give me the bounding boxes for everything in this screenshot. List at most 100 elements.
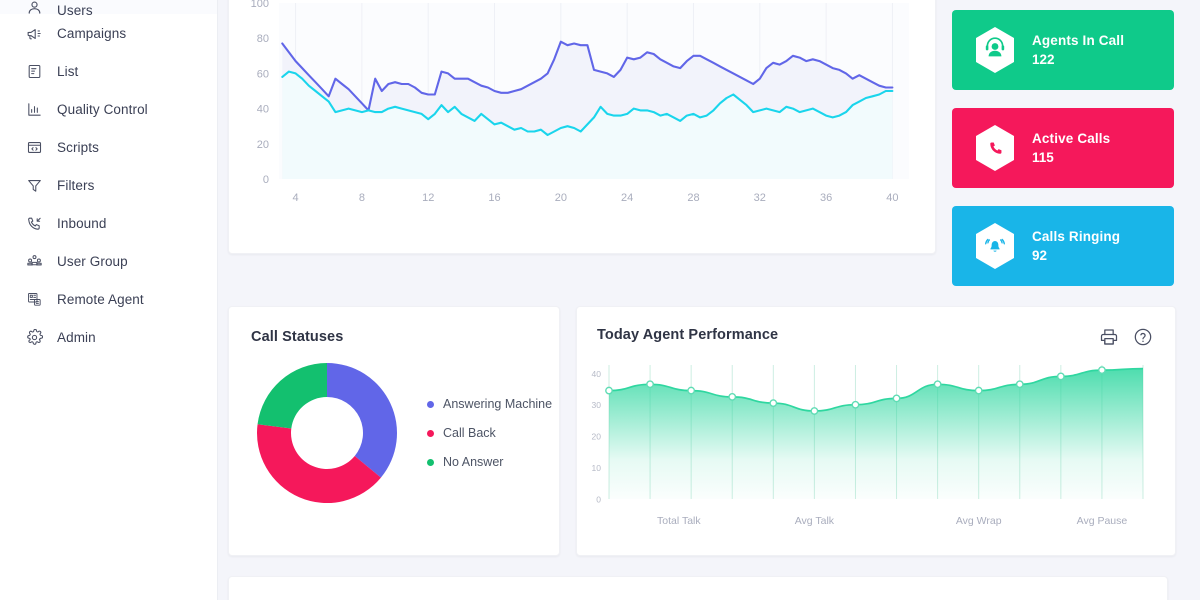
- legend-item[interactable]: Call Back: [427, 426, 552, 440]
- data-point[interactable]: [1099, 367, 1105, 373]
- sidebar-item-campaigns[interactable]: Campaigns: [0, 14, 217, 52]
- svg-text:28: 28: [687, 192, 699, 204]
- user-icon: [26, 0, 43, 14]
- sidebar-item-label: Admin: [57, 330, 96, 345]
- data-point[interactable]: [1017, 381, 1023, 387]
- funnel-icon: [26, 177, 43, 194]
- data-point[interactable]: [688, 387, 694, 393]
- data-point[interactable]: [975, 387, 981, 393]
- phone-icon: [974, 124, 1016, 172]
- stat-card-title: Agents In Call: [1032, 31, 1124, 50]
- sidebar-item-label: Users: [57, 3, 93, 18]
- data-point[interactable]: [893, 395, 899, 401]
- headset-agent-icon: [974, 26, 1016, 74]
- sidebar-item-label: User Group: [57, 254, 128, 269]
- svg-text:Avg Pause: Avg Pause: [1077, 515, 1128, 527]
- sidebar-item-label: Remote Agent: [57, 292, 144, 307]
- donut-slices: [257, 363, 397, 503]
- data-point[interactable]: [606, 387, 612, 393]
- print-icon[interactable]: [1099, 327, 1119, 347]
- chart-x-axis-labels: Total Talk Avg Talk Avg Wrap Avg Pause: [657, 515, 1127, 527]
- user-group-icon: [26, 253, 43, 270]
- stat-card-value: 122: [1032, 50, 1124, 69]
- svg-text:10: 10: [592, 463, 602, 473]
- sidebar-item-remote-agent[interactable]: Remote Agent: [0, 280, 217, 318]
- sidebar-item-users[interactable]: Users: [0, 0, 217, 14]
- chart-y-axis-labels: 020406080100: [251, 0, 269, 186]
- megaphone-icon: [26, 25, 43, 42]
- charts-row: Call Statuses Answering Machine: [228, 306, 1184, 556]
- sidebar-item-admin[interactable]: Admin: [0, 318, 217, 356]
- agent-performance-title: Today Agent Performance: [597, 327, 778, 343]
- data-point[interactable]: [647, 381, 653, 387]
- svg-text:30: 30: [592, 400, 602, 410]
- main-content: 020406080100 481216202428323640: [218, 0, 1200, 600]
- chart-x-axis-labels: 481216202428323640: [293, 192, 899, 204]
- stat-card-value: 92: [1032, 246, 1120, 265]
- legend-color-swatch: [427, 401, 434, 408]
- svg-text:40: 40: [257, 104, 269, 116]
- sidebar-item-inbound[interactable]: Inbound: [0, 204, 217, 242]
- legend-item[interactable]: No Answer: [427, 455, 552, 469]
- list-document-icon: [26, 63, 43, 80]
- legend-item[interactable]: Answering Machine: [427, 397, 552, 411]
- svg-text:Total Talk: Total Talk: [657, 515, 701, 527]
- sidebar-item-label: List: [57, 64, 78, 79]
- legend-label: No Answer: [443, 455, 503, 469]
- top-row: 020406080100 481216202428323640: [228, 0, 1184, 286]
- stat-card-calls-ringing[interactable]: Calls Ringing 92: [952, 206, 1174, 286]
- legend-color-swatch: [427, 430, 434, 437]
- donut-slice[interactable]: [258, 363, 327, 428]
- svg-text:4: 4: [293, 192, 299, 204]
- data-point[interactable]: [852, 402, 858, 408]
- data-point[interactable]: [934, 381, 940, 387]
- legend-color-swatch: [427, 459, 434, 466]
- svg-text:60: 60: [257, 68, 269, 80]
- data-point[interactable]: [770, 400, 776, 406]
- chart-y-axis-labels: 010203040: [592, 369, 602, 505]
- donut-slice[interactable]: [257, 424, 381, 503]
- svg-text:40: 40: [592, 369, 602, 379]
- sidebar-item-list[interactable]: List: [0, 52, 217, 90]
- data-point[interactable]: [729, 394, 735, 400]
- stat-cards: Agents In Call 122 Active Calls 115: [952, 0, 1174, 286]
- today-agent-performance-card: Today Agent Performance: [576, 306, 1176, 556]
- data-point[interactable]: [811, 408, 817, 414]
- call-statuses-donut-chart: [253, 359, 401, 507]
- svg-text:40: 40: [886, 192, 898, 204]
- svg-text:12: 12: [422, 192, 434, 204]
- sidebar: Users Campaigns List: [0, 0, 218, 600]
- svg-text:36: 36: [820, 192, 832, 204]
- stat-card-agents-in-call[interactable]: Agents In Call 122: [952, 10, 1174, 90]
- ringing-bell-icon: [974, 222, 1016, 270]
- sidebar-item-label: Quality Control: [57, 102, 148, 117]
- sidebar-item-filters[interactable]: Filters: [0, 166, 217, 204]
- svg-text:Avg Wrap: Avg Wrap: [956, 515, 1002, 527]
- sidebar-item-label: Campaigns: [57, 26, 126, 41]
- stat-card-active-calls[interactable]: Active Calls 115: [952, 108, 1174, 188]
- sidebar-item-user-group[interactable]: User Group: [0, 242, 217, 280]
- stat-card-title: Active Calls: [1032, 129, 1110, 148]
- stat-card-value: 115: [1032, 148, 1110, 167]
- call-statuses-title: Call Statuses: [251, 329, 537, 345]
- svg-text:16: 16: [488, 192, 500, 204]
- svg-text:0: 0: [263, 174, 269, 186]
- sidebar-item-scripts[interactable]: Scripts: [0, 128, 217, 166]
- svg-text:Avg Talk: Avg Talk: [795, 515, 835, 527]
- help-icon[interactable]: [1133, 327, 1153, 347]
- donut-slice[interactable]: [327, 363, 397, 478]
- calls-line-chart-card: 020406080100 481216202428323640: [228, 0, 936, 254]
- calls-line-chart: 020406080100 481216202428323640: [229, 0, 936, 254]
- legend-label: Call Back: [443, 426, 496, 440]
- sidebar-item-quality-control[interactable]: Quality Control: [0, 90, 217, 128]
- svg-text:0: 0: [596, 495, 601, 505]
- data-point[interactable]: [1058, 373, 1064, 379]
- more-about-campaign-card: More About Campaign:: [228, 576, 1168, 600]
- legend-label: Answering Machine: [443, 397, 552, 411]
- svg-text:20: 20: [257, 139, 269, 151]
- sidebar-item-label: Inbound: [57, 216, 107, 231]
- bar-chart-icon: [26, 101, 43, 118]
- dashboard-root: Users Campaigns List: [0, 0, 1200, 600]
- remote-agent-icon: [26, 291, 43, 308]
- svg-text:32: 32: [754, 192, 766, 204]
